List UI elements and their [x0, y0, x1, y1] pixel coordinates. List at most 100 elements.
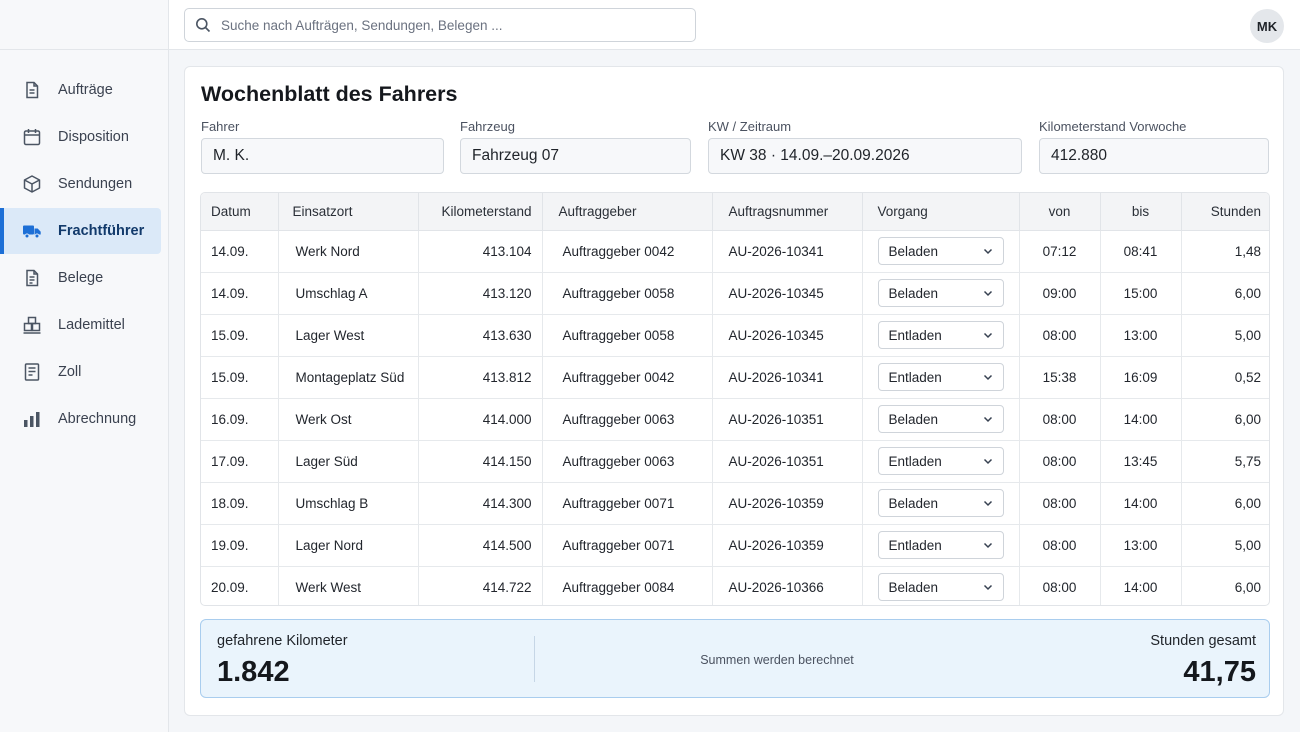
cell-auftraggeber: Auftraggeber 0042: [542, 230, 713, 273]
cell-kilometerstand: 413.812: [418, 356, 543, 399]
sidebar-item-label: Abrechnung: [58, 411, 137, 427]
cell-von: 08:00: [1019, 566, 1101, 605]
column-header-vorgang[interactable]: Vorgang: [862, 193, 1020, 231]
field-label: Fahrzeug: [460, 119, 515, 134]
cell-einsatzort: Umschlag B: [278, 482, 419, 525]
cell-auftragsnummer: AU-2026-10341: [712, 356, 863, 399]
vorgang-select-value: Entladen: [888, 537, 942, 553]
sidebar-item-disposition[interactable]: Disposition: [0, 114, 161, 160]
column-header-kilometerstand[interactable]: Kilometerstand: [418, 193, 543, 231]
column-header-einsatzort[interactable]: Einsatzort: [278, 193, 419, 231]
cell-datum: 14.09.: [201, 230, 279, 273]
cell-von: 08:00: [1019, 440, 1101, 483]
cell-auftraggeber: Auftraggeber 0071: [542, 482, 713, 525]
chevron-down-icon: [983, 585, 992, 591]
chevron-down-icon: [983, 500, 992, 507]
cell-auftragsnummer: AU-2026-10351: [712, 398, 863, 441]
fahrer-input[interactable]: M. K.: [201, 138, 444, 174]
column-header-datum[interactable]: Datum: [201, 193, 279, 231]
cell-auftragsnummer: AU-2026-10359: [712, 524, 863, 567]
sidebar-item-sendungen[interactable]: Sendungen: [0, 161, 161, 207]
vorgang-select[interactable]: Beladen: [877, 573, 1004, 602]
cell-auftraggeber: Auftraggeber 0071: [542, 524, 713, 567]
totals-summary: gefahrene Kilometer 1.842 Summen werden …: [200, 619, 1270, 698]
chevron-down-icon: [983, 416, 992, 423]
cell-bis: 13:00: [1100, 524, 1182, 567]
cell-vorgang: Entladen: [862, 524, 1020, 567]
cell-stunden: 5,75: [1181, 440, 1269, 483]
vorgang-select[interactable]: Entladen: [877, 531, 1004, 559]
vorgang-select[interactable]: Beladen: [877, 237, 1004, 265]
cell-bis: 08:41: [1100, 230, 1182, 273]
cell-von: 07:12: [1019, 230, 1101, 273]
vorgang-select[interactable]: Entladen: [877, 447, 1004, 475]
trip-table: Datum Einsatzort Kilometerstand Auftragg…: [200, 192, 1270, 606]
vorgang-select-value: Beladen: [888, 495, 939, 511]
sidebar-item-zoll[interactable]: Zoll: [0, 349, 161, 395]
cell-auftragsnummer: AU-2026-10345: [712, 314, 863, 357]
sidebar-nav: Aufträge Disposition Sendungen Frachtfüh…: [0, 50, 168, 442]
sidebar-item-label: Aufträge: [58, 82, 113, 98]
cell-stunden: 1,48: [1181, 230, 1269, 273]
table-row: 17.09. Lager Süd 414.150 Auftraggeber 00…: [201, 440, 1269, 483]
column-header-stunden[interactable]: Stunden: [1181, 193, 1269, 231]
vorgang-select-value: Beladen: [888, 579, 939, 595]
sidebar-item-label: Disposition: [58, 129, 129, 145]
search-icon: [196, 18, 211, 33]
column-header-bis[interactable]: bis: [1100, 193, 1182, 231]
cell-datum: 15.09.: [201, 356, 279, 399]
cell-vorgang: Entladen: [862, 440, 1020, 483]
cell-einsatzort: Werk West: [278, 566, 419, 605]
total-km-label: gefahrene Kilometer: [217, 633, 348, 649]
customs-document-icon: [22, 362, 42, 382]
cell-datum: 14.09.: [201, 272, 279, 315]
cell-vorgang: Entladen: [862, 314, 1020, 357]
user-avatar[interactable]: MK: [1250, 9, 1284, 43]
km-vorwoche-input[interactable]: 412.880: [1039, 138, 1269, 174]
vorgang-select[interactable]: Beladen: [877, 279, 1004, 307]
chevron-down-icon: [983, 458, 992, 465]
vorgang-select[interactable]: Entladen: [877, 321, 1004, 349]
cell-stunden: 5,00: [1181, 524, 1269, 567]
sidebar-item-belege[interactable]: Belege: [0, 255, 161, 301]
field-zeitraum: KW / Zeitraum KW 38 · 14.09.–20.09.2026: [708, 119, 1022, 174]
cell-bis: 14:00: [1100, 566, 1182, 605]
sidebar-item-frachtfuehrer[interactable]: Frachtführer: [0, 208, 161, 254]
cell-stunden: 6,00: [1234, 579, 1261, 595]
column-header-von[interactable]: von: [1019, 193, 1101, 231]
cell-kilometerstand: 414.150: [418, 440, 543, 483]
search-box[interactable]: [184, 8, 696, 42]
sidebar-item-lademittel[interactable]: Lademittel: [0, 302, 161, 348]
vorgang-select-value: Entladen: [888, 453, 942, 469]
zeitraum-input[interactable]: KW 38 · 14.09.–20.09.2026: [708, 138, 1022, 174]
vorgang-select[interactable]: Beladen: [877, 489, 1004, 517]
total-hours-label: Stunden gesamt: [1150, 633, 1256, 649]
cell-bis: 16:09: [1100, 356, 1182, 399]
column-header-auftragsnummer[interactable]: Auftragsnummer: [712, 193, 863, 231]
cell-auftragsnummer: AU-2026-10366: [712, 566, 863, 605]
sidebar-item-abrechnung[interactable]: Abrechnung: [0, 396, 161, 442]
cell-von: 08:00: [1019, 314, 1101, 357]
chevron-down-icon: [983, 374, 992, 381]
cell-vorgang: Beladen: [862, 272, 1020, 315]
sidebar-item-label: Frachtführer: [58, 223, 145, 239]
cell-vorgang: Entladen: [862, 356, 1020, 399]
fahrzeug-input[interactable]: Fahrzeug 07: [460, 138, 691, 174]
cell-auftragsnummer: AU-2026-10351: [712, 440, 863, 483]
cell-vorgang: Beladen: [862, 482, 1020, 525]
cell-stunden: 6,00: [1181, 398, 1269, 441]
vorgang-select[interactable]: Beladen: [877, 405, 1004, 433]
field-label: Fahrer: [201, 119, 240, 134]
cell-vorgang: Beladen: [862, 398, 1020, 441]
column-header-auftraggeber[interactable]: Auftraggeber: [542, 193, 713, 231]
vorgang-select[interactable]: Entladen: [877, 363, 1004, 391]
sidebar-item-label: Zoll: [58, 364, 82, 380]
driver-weekly-sheet: Wochenblatt des Fahrers Fahrer M. K. Fah…: [184, 66, 1284, 716]
field-fahrzeug: Fahrzeug Fahrzeug 07: [460, 119, 691, 174]
sidebar-item-auftraege[interactable]: Aufträge: [0, 67, 161, 113]
cell-kilometerstand: 413.104: [418, 230, 543, 273]
cell-einsatzort: Werk Nord: [278, 230, 419, 273]
vorgang-select-value: Beladen: [888, 411, 939, 427]
search-input[interactable]: [221, 11, 695, 39]
cell-kilometerstand: 413.120: [418, 272, 543, 315]
